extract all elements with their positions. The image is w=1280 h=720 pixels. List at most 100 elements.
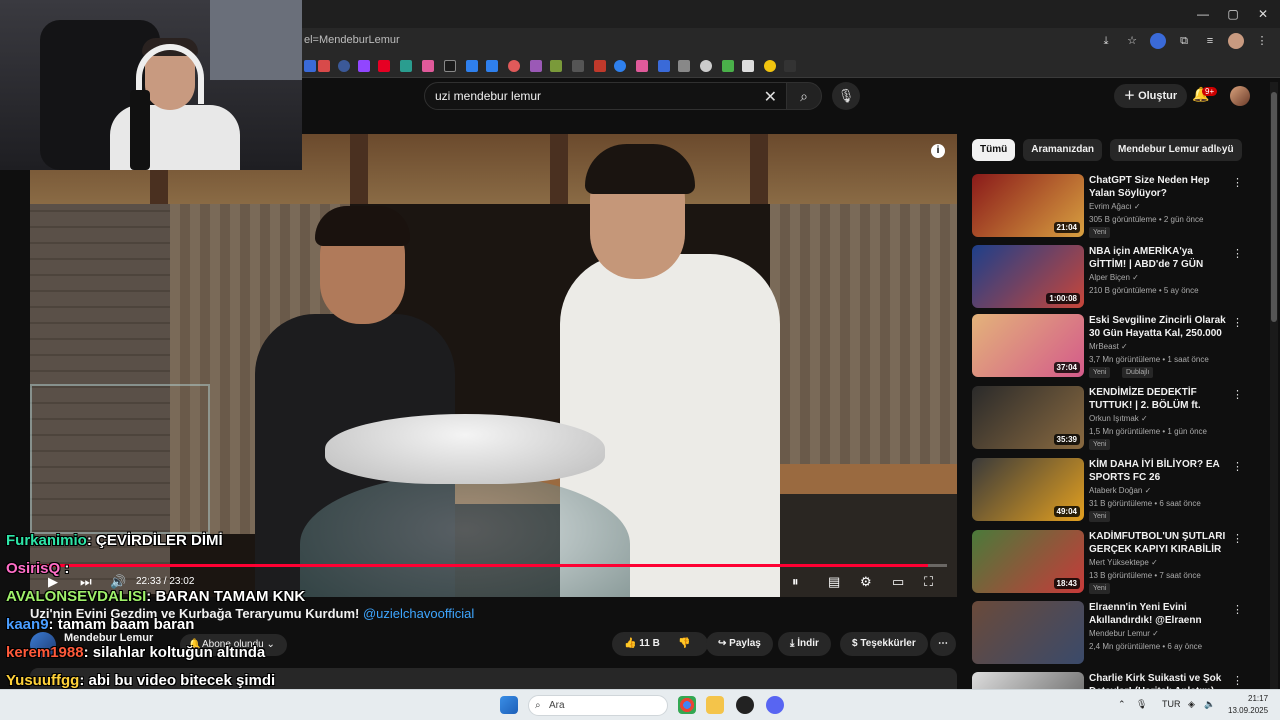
more-options-icon[interactable]: ⋮ xyxy=(1232,603,1243,616)
voice-search-button[interactable]: 🎙 xyxy=(832,82,860,110)
search-button[interactable]: ⌕ xyxy=(786,82,822,110)
search-input[interactable]: uzi mendebur lemur xyxy=(435,89,541,103)
more-actions-button[interactable]: ⋯ xyxy=(930,632,956,656)
language-indicator[interactable]: TUR xyxy=(1162,699,1181,709)
more-options-icon[interactable]: ⋮ xyxy=(1232,316,1243,329)
chip-from-search[interactable]: Aramanızdan xyxy=(1023,139,1103,161)
recommendation-item[interactable]: 49:04 KİM DAHA İYİ BİLİYOR? EA SPORTS FC … xyxy=(972,458,1252,522)
facebook-icon[interactable] xyxy=(338,60,350,72)
progress-bar[interactable] xyxy=(40,564,947,567)
extension-icon[interactable] xyxy=(1150,33,1166,49)
share-button[interactable]: ↪ Paylaş xyxy=(706,632,773,656)
discord-icon[interactable] xyxy=(766,696,784,714)
page-scrollbar-thumb[interactable] xyxy=(1271,92,1277,322)
recommendation-title[interactable]: Eski Sevgiline Zincirli Olarak 30 Gün Ha… xyxy=(1089,314,1227,340)
more-options-icon[interactable]: ⋮ xyxy=(1232,388,1243,401)
bookmark-icon[interactable] xyxy=(444,60,456,72)
extensions-puzzle-icon[interactable]: ⧉ xyxy=(1176,33,1192,49)
bookmark-icon[interactable] xyxy=(594,60,606,72)
more-options-icon[interactable]: ⋮ xyxy=(1232,176,1243,189)
bookmark-icon[interactable] xyxy=(304,60,316,72)
video-title-mention-link[interactable]: @uzielchavoofficial xyxy=(363,606,474,621)
recommendation-thumbnail[interactable]: 18:43 xyxy=(972,530,1084,593)
channel-name[interactable]: Mendebur Lemur xyxy=(64,632,153,644)
chip-all[interactable]: Tümü xyxy=(972,139,1016,161)
recommendation-item[interactable]: Elraenn'in Yeni Evini Akıllandırdık! @El… xyxy=(972,601,1252,665)
volume-tray-icon[interactable]: 🔈 xyxy=(1204,699,1215,710)
obs-icon[interactable] xyxy=(736,696,754,714)
bookmark-icon[interactable] xyxy=(764,60,776,72)
close-window-button[interactable]: ✕ xyxy=(1246,4,1280,24)
like-button[interactable]: 👍 11 B xyxy=(624,638,660,649)
bookmark-star-icon[interactable]: ☆ xyxy=(1124,33,1140,49)
bookmark-icon[interactable] xyxy=(378,60,390,72)
bookmark-icon[interactable] xyxy=(486,60,498,72)
bookmark-icon[interactable] xyxy=(614,60,626,72)
bookmark-icon[interactable] xyxy=(742,60,754,72)
profile-avatar-icon[interactable] xyxy=(1228,33,1244,49)
bookmark-icon[interactable] xyxy=(636,60,648,72)
recommendation-item[interactable]: 35:39 KENDİMİZE DEDEKTİF TUTTUK! | 2. BÖL… xyxy=(972,386,1252,450)
bookmark-icon[interactable] xyxy=(466,60,478,72)
recommendation-title[interactable]: KENDİMİZE DEDEKTİF TUTTUK! | 2. BÖLÜM ft… xyxy=(1089,386,1227,412)
recommendation-thumbnail[interactable] xyxy=(972,601,1084,664)
fullscreen-icon[interactable]: ⛶ xyxy=(924,574,933,590)
bookmark-icon[interactable] xyxy=(318,60,330,72)
recommendation-channel[interactable]: Mendebur Lemur ✓ xyxy=(1089,629,1159,638)
recommendation-channel[interactable]: Alper Biçen ✓ xyxy=(1089,273,1139,282)
microphone-tray-icon[interactable]: 🎙 xyxy=(1136,699,1147,710)
network-icon[interactable]: ◈ xyxy=(1188,699,1195,710)
create-button[interactable]: ＋ Oluştur xyxy=(1114,84,1188,108)
more-options-icon[interactable]: ⋮ xyxy=(1232,460,1243,473)
bookmark-icon[interactable] xyxy=(658,60,670,72)
twitch-icon[interactable] xyxy=(358,60,370,72)
maximize-button[interactable]: ▢ xyxy=(1216,4,1250,24)
account-avatar[interactable] xyxy=(1230,86,1250,106)
recommendation-title[interactable]: ChatGPT Size Neden Hep Yalan Söylüyor? xyxy=(1089,174,1227,200)
bookmark-icon[interactable] xyxy=(508,60,520,72)
recommendation-thumbnail[interactable]: 21:04 xyxy=(972,174,1084,237)
browser-menu-icon[interactable]: ⋮ xyxy=(1254,33,1270,49)
recommendation-thumbnail[interactable]: 49:04 xyxy=(972,458,1084,521)
url-text[interactable]: el=MendeburLemur xyxy=(304,34,400,46)
video-info-icon[interactable]: i xyxy=(931,144,945,158)
recommendation-title[interactable]: NBA için AMERİKA'ya GİTTİM! | ABD'de 7 G… xyxy=(1089,245,1227,271)
chrome-icon[interactable] xyxy=(678,696,696,714)
recommendation-title[interactable]: KADİMFUTBOL'UN ŞUTLARI GERÇEK KAPIYI KIR… xyxy=(1089,530,1227,556)
recommendation-item[interactable]: 37:04 Eski Sevgiline Zincirli Olarak 30 G… xyxy=(972,314,1252,378)
recommendation-item[interactable]: 1:00:08 NBA için AMERİKA'ya GİTTİM! | ABD… xyxy=(972,245,1252,309)
subtitles-icon[interactable]: ▤ xyxy=(828,574,840,590)
tray-chevron-up-icon[interactable]: ⌃ xyxy=(1118,699,1126,710)
bookmark-icon[interactable] xyxy=(550,60,562,72)
dislike-button[interactable]: 👎 xyxy=(678,632,690,656)
recommendation-channel[interactable]: Orkun Işıtmak ✓ xyxy=(1089,414,1148,423)
settings-gear-icon[interactable]: ⚙ xyxy=(860,574,872,590)
autoplay-toggle-icon[interactable]: ⏸ xyxy=(792,574,799,590)
recommendation-thumbnail[interactable]: 37:04 xyxy=(972,314,1084,377)
reading-list-icon[interactable]: ≡ xyxy=(1202,33,1218,49)
clear-search-icon[interactable]: ✕ xyxy=(764,87,777,107)
chevron-right-icon[interactable]: › xyxy=(1218,142,1222,156)
minimize-button[interactable]: — xyxy=(1186,4,1220,24)
bookmark-icon[interactable] xyxy=(722,60,734,72)
recommendation-item[interactable]: 21:04 ChatGPT Size Neden Hep Yalan Söylüy… xyxy=(972,174,1252,238)
bookmark-icon[interactable] xyxy=(572,60,584,72)
more-options-icon[interactable]: ⋮ xyxy=(1232,674,1243,687)
download-button[interactable]: ⤓ İndir xyxy=(778,632,831,656)
bookmark-icon[interactable] xyxy=(784,60,796,72)
recommendation-title[interactable]: KİM DAHA İYİ BİLİYOR? EA SPORTS FC 26 GA… xyxy=(1089,458,1227,484)
thanks-button[interactable]: $ Teşekkürler xyxy=(840,632,928,656)
taskbar-search[interactable]: ⌕ Ara xyxy=(528,695,668,716)
recommendation-thumbnail[interactable]: 1:00:08 xyxy=(972,245,1084,308)
bookmark-icon[interactable] xyxy=(530,60,542,72)
more-options-icon[interactable]: ⋮ xyxy=(1232,532,1243,545)
install-app-icon[interactable]: ⤓ xyxy=(1098,33,1114,49)
recommendation-title[interactable]: Elraenn'in Yeni Evini Akıllandırdık! @El… xyxy=(1089,601,1227,627)
recommendation-thumbnail[interactable]: 35:39 xyxy=(972,386,1084,449)
recommendation-item[interactable]: 18:43 KADİMFUTBOL'UN ŞUTLARI GERÇEK KAPIY… xyxy=(972,530,1252,594)
windows-start-icon[interactable] xyxy=(500,696,518,714)
recommendation-channel[interactable]: Ataberk Doğan ✓ xyxy=(1089,486,1151,495)
bookmark-icon[interactable] xyxy=(678,60,690,72)
bookmark-icon[interactable] xyxy=(422,60,434,72)
video-player[interactable]: i ▶ ⏭ 🔊 22:33 / 23:02 ⏸ ▤ ⚙ ▭ ⛶ xyxy=(30,134,957,597)
